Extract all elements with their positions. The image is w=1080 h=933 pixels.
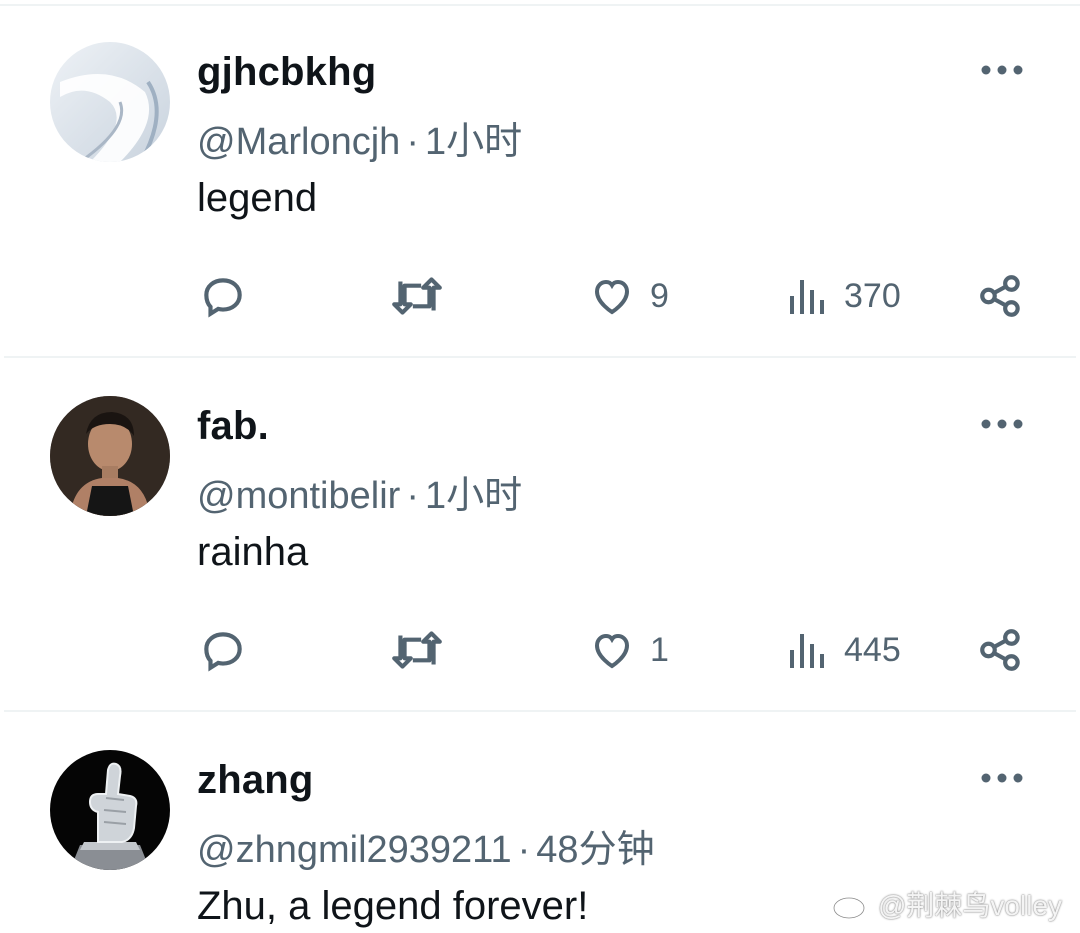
like-button[interactable]: 1 xyxy=(588,622,669,678)
action-bar: 9 370 xyxy=(0,268,1080,324)
post-time[interactable]: 1小时 xyxy=(425,121,522,163)
post-meta: @zhngmil2939211 · 48分钟 xyxy=(197,818,655,873)
views-button[interactable]: 445 xyxy=(786,622,901,678)
post-text: rainha xyxy=(197,530,309,574)
post-item[interactable]: fab. @montibelir · 1小时 rainha 1 445 xyxy=(0,360,1080,712)
display-name[interactable]: fab. xyxy=(197,404,269,449)
reply-bubble-icon xyxy=(204,632,242,672)
post-text: Zhu, a legend forever! xyxy=(197,884,589,928)
share-button[interactable] xyxy=(976,622,1026,678)
watermark: @荆棘鸟volley xyxy=(832,884,1062,924)
retweet-icon xyxy=(392,631,442,669)
like-count: 1 xyxy=(650,630,669,669)
retweet-icon xyxy=(392,277,442,315)
meta-separator: · xyxy=(406,121,419,163)
view-count: 370 xyxy=(844,276,901,315)
post-time[interactable]: 1小时 xyxy=(425,475,522,517)
reply-bubble-icon xyxy=(204,278,242,318)
share-icon xyxy=(980,629,1020,671)
display-name[interactable]: gjhcbkhg xyxy=(197,50,376,95)
reply-button[interactable] xyxy=(198,268,248,324)
user-handle[interactable]: @zhngmil2939211 xyxy=(197,829,512,871)
views-bar-chart-icon xyxy=(790,634,824,668)
avatar[interactable] xyxy=(50,750,170,870)
views-button[interactable]: 370 xyxy=(786,268,901,324)
like-count: 9 xyxy=(650,276,669,315)
retweet-button[interactable] xyxy=(388,622,446,678)
display-name[interactable]: zhang xyxy=(197,758,314,803)
reply-button[interactable] xyxy=(198,622,248,678)
heart-icon xyxy=(594,279,630,315)
more-horizontal-icon[interactable] xyxy=(978,412,1026,436)
meta-separator: · xyxy=(406,475,419,517)
post-text: legend xyxy=(197,176,318,220)
post-divider xyxy=(4,356,1076,358)
post-item[interactable]: gjhcbkhg @Marloncjh · 1小时 legend 9 370 xyxy=(0,6,1080,358)
retweet-button[interactable] xyxy=(388,268,446,324)
more-horizontal-icon[interactable] xyxy=(978,766,1026,790)
action-bar: 1 445 xyxy=(0,622,1080,678)
share-icon xyxy=(980,275,1020,317)
heart-icon xyxy=(594,633,630,669)
more-horizontal-icon[interactable] xyxy=(978,58,1026,82)
avatar[interactable] xyxy=(50,42,170,162)
views-bar-chart-icon xyxy=(790,280,824,314)
post-meta: @montibelir · 1小时 xyxy=(197,464,522,519)
avatar[interactable] xyxy=(50,396,170,516)
share-button[interactable] xyxy=(976,268,1026,324)
post-time[interactable]: 48分钟 xyxy=(536,829,654,871)
view-count: 445 xyxy=(844,630,901,669)
user-handle[interactable]: @Marloncjh xyxy=(197,121,400,163)
like-button[interactable]: 9 xyxy=(588,268,669,324)
watermark-text: @荆棘鸟volley xyxy=(878,890,1063,921)
post-meta: @Marloncjh · 1小时 xyxy=(197,110,522,165)
post-divider xyxy=(4,710,1076,712)
user-handle[interactable]: @montibelir xyxy=(197,475,400,517)
meta-separator: · xyxy=(517,829,531,871)
weibo-logo-icon xyxy=(832,891,870,920)
